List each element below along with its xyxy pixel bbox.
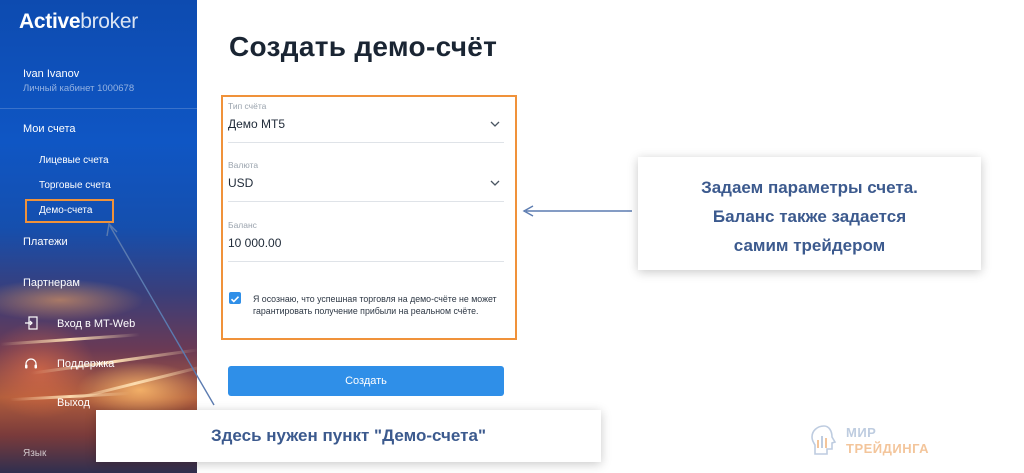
currency-value: USD xyxy=(228,176,254,190)
brand-logo-light: broker xyxy=(80,10,138,33)
chevron-down-icon xyxy=(490,121,500,127)
account-type-select[interactable]: Тип счёта Демо MT5 xyxy=(228,101,504,143)
agreement-checkbox[interactable] xyxy=(229,292,241,304)
sidebar-item-logout[interactable]: Выход xyxy=(57,397,90,409)
demo-accounts-highlight xyxy=(25,199,114,223)
currency-label: Валюта xyxy=(228,160,259,170)
watermark-line-1: МИР xyxy=(846,425,877,440)
account-type-value: Демо MT5 xyxy=(228,117,286,131)
light-streak xyxy=(0,333,140,346)
watermark: МИР ТРЕЙДИНГА xyxy=(808,423,953,459)
callout-parameters-text: Задаем параметры счета. Баланс также зад… xyxy=(638,173,981,260)
callout-demo-item: Здесь нужен пункт "Демо-счета" xyxy=(96,410,601,462)
sidebar-item-my-accounts[interactable]: Мои счета xyxy=(23,123,76,135)
sidebar-item-mt-web[interactable]: Вход в MT-Web xyxy=(57,318,135,330)
callout-line-2: Баланс также задается xyxy=(712,207,907,226)
callout-parameters: Задаем параметры счета. Баланс также зад… xyxy=(638,157,981,270)
sidebar-item-support[interactable]: Поддержка xyxy=(57,358,114,370)
callout-line-3: самим трейдером xyxy=(733,236,886,255)
agreement-text: Я осознаю, что успешная торговля на демо… xyxy=(253,294,497,316)
balance-input[interactable]: Баланс 10 000.00 xyxy=(228,220,504,262)
watermark-logo-icon xyxy=(811,425,837,455)
sidebar-divider xyxy=(0,108,197,109)
account-type-label: Тип счёта xyxy=(228,101,267,111)
chevron-down-icon xyxy=(490,180,500,186)
brand-logo[interactable]: Activebroker xyxy=(19,10,138,34)
brand-logo-bold: Active xyxy=(19,10,81,33)
page-title: Создать демо-счёт xyxy=(229,31,498,62)
login-icon xyxy=(25,316,38,330)
balance-label: Баланс xyxy=(228,220,257,230)
currency-select[interactable]: Валюта USD xyxy=(228,160,504,202)
sidebar-item-partners[interactable]: Партнерам xyxy=(23,277,80,289)
watermark-line-2: ТРЕЙДИНГА xyxy=(846,441,930,456)
callout-demo-text: Здесь нужен пункт "Демо-счета" xyxy=(210,426,486,445)
user-cabinet[interactable]: Личный кабинет 1000678 xyxy=(23,83,134,94)
checkmark-icon xyxy=(230,296,240,303)
sidebar-item-language[interactable]: Язык xyxy=(23,448,46,459)
balance-value: 10 000.00 xyxy=(228,236,282,250)
create-button[interactable]: Создать xyxy=(228,366,504,396)
sidebar: Activebroker Ivan Ivanov Личный кабинет … xyxy=(0,0,197,473)
arrow-head-form xyxy=(522,205,534,217)
sidebar-item-payments[interactable]: Платежи xyxy=(23,236,68,248)
callout-line-1: Задаем параметры счета. xyxy=(701,178,918,197)
sidebar-item-personal-accounts[interactable]: Лицевые счета xyxy=(39,155,109,166)
headset-icon xyxy=(25,358,37,369)
sidebar-item-trading-accounts[interactable]: Торговые счета xyxy=(39,180,111,191)
user-name: Ivan Ivanov xyxy=(23,68,80,80)
